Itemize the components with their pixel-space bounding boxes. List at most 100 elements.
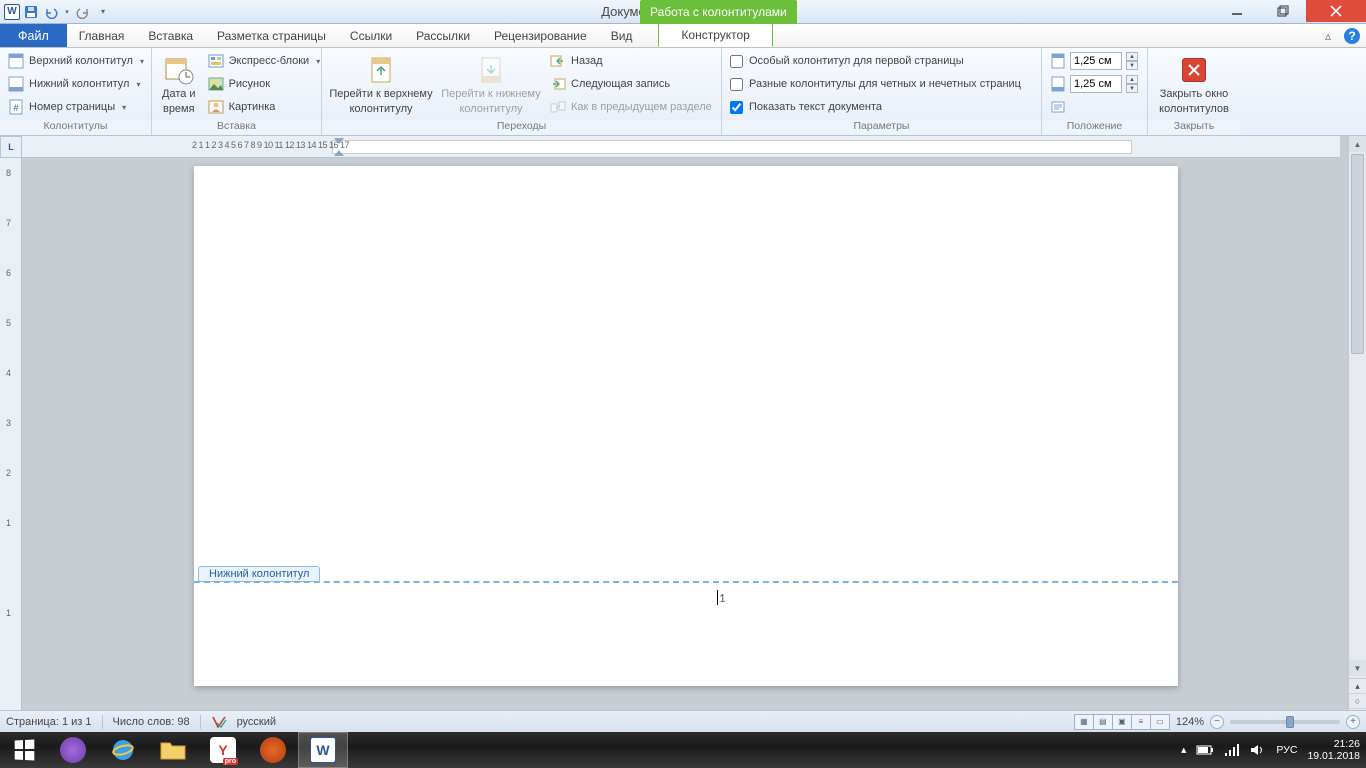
tray-network-icon[interactable]	[1224, 743, 1240, 757]
previous-section-button[interactable]: Назад	[546, 50, 716, 72]
taskbar-ie[interactable]	[98, 732, 148, 768]
header-from-top-input[interactable]	[1070, 52, 1122, 70]
tray-clock[interactable]: 21:26 19.01.2018	[1307, 738, 1360, 762]
group-label-close: Закрыть	[1148, 120, 1240, 135]
footer-from-bottom-input[interactable]	[1070, 75, 1122, 93]
undo-icon[interactable]	[42, 3, 60, 21]
print-layout-view[interactable]: ▦	[1074, 714, 1094, 730]
footer-from-bottom-spinner[interactable]: ▲▼	[1046, 73, 1142, 95]
undo-dropdown-icon[interactable]: ▾	[62, 3, 72, 21]
spin-up[interactable]: ▲	[1126, 52, 1138, 61]
date-time-icon	[163, 54, 195, 86]
redo-icon[interactable]	[74, 3, 92, 21]
taskbar-cortana[interactable]	[48, 732, 98, 768]
taskbar-wot[interactable]	[248, 732, 298, 768]
help-icon[interactable]: ?	[1344, 28, 1360, 44]
scroll-thumb[interactable]	[1351, 154, 1364, 354]
proofing-icon[interactable]	[211, 715, 227, 729]
group-insert: Дата ивремя Экспресс-блоки▾ Рисунок Карт…	[152, 48, 322, 135]
tab-home[interactable]: Главная	[67, 24, 137, 47]
next-icon	[550, 76, 566, 92]
minimize-button[interactable]	[1214, 0, 1260, 22]
different-odd-even-checkbox[interactable]: Разные колонтитулы для четных и нечетных…	[726, 73, 1025, 95]
footer-page-number[interactable]: 1	[719, 591, 725, 606]
picture-button[interactable]: Рисунок	[204, 73, 325, 95]
taskbar-word[interactable]: W	[298, 732, 348, 768]
svg-text:#: #	[13, 103, 18, 113]
taskbar-explorer[interactable]	[148, 732, 198, 768]
tab-view[interactable]: Вид	[599, 24, 645, 47]
quick-parts-button[interactable]: Экспресс-блоки▾	[204, 50, 325, 72]
link-previous-icon	[550, 99, 566, 115]
close-header-footer-button[interactable]: Закрыть окноколонтитулов	[1153, 50, 1235, 115]
save-icon[interactable]	[22, 3, 40, 21]
tray-language[interactable]: РУС	[1276, 744, 1297, 756]
restore-button[interactable]	[1260, 0, 1306, 22]
full-screen-view[interactable]: ▤	[1093, 714, 1113, 730]
zoom-slider-thumb[interactable]	[1286, 716, 1294, 728]
close-button[interactable]	[1306, 0, 1366, 22]
vertical-scrollbar[interactable]: ▲ ▼ ▴ ○ ▾	[1348, 136, 1366, 724]
tab-insert[interactable]: Вставка	[136, 24, 205, 47]
goto-header-button[interactable]: Перейти к верхнемуколонтитулу	[326, 50, 436, 115]
zoom-slider[interactable]	[1230, 720, 1340, 724]
group-close: Закрыть окноколонтитулов Закрыть	[1148, 48, 1240, 135]
browse-object-button[interactable]: ○	[1349, 694, 1366, 709]
header-from-top-spinner[interactable]: ▲▼	[1046, 50, 1142, 72]
tab-references[interactable]: Ссылки	[338, 24, 404, 47]
web-layout-view[interactable]: ▣	[1112, 714, 1132, 730]
minimize-ribbon-icon[interactable]: ▵	[1320, 28, 1336, 44]
status-language[interactable]: русский	[237, 716, 276, 728]
alignment-tab-icon	[1050, 99, 1066, 115]
vertical-ruler[interactable]: 876543211	[0, 158, 22, 724]
tab-selector[interactable]: L	[0, 136, 22, 158]
tray-chevron-icon[interactable]: ▴	[1181, 744, 1186, 756]
tray-battery-icon[interactable]	[1196, 744, 1214, 756]
clipart-button[interactable]: Картинка	[204, 96, 325, 118]
draft-view[interactable]: ▭	[1150, 714, 1170, 730]
indent-marker[interactable]	[334, 138, 344, 156]
picture-icon	[208, 76, 224, 92]
group-label-position: Положение	[1042, 120, 1147, 135]
scroll-down-arrow[interactable]: ▼	[1349, 660, 1366, 676]
group-label-header-footer: Колонтитулы	[0, 120, 151, 135]
spin-down[interactable]: ▼	[1126, 61, 1138, 70]
zoom-level[interactable]: 124%	[1176, 716, 1204, 728]
different-first-page-checkbox[interactable]: Особый колонтитул для первой страницы	[726, 50, 1025, 72]
date-time-button[interactable]: Дата ивремя	[156, 50, 202, 115]
previous-page-button[interactable]: ▴	[1349, 679, 1366, 694]
horizontal-ruler[interactable]: 2 1 1 2 3 4 5 6 7 8 9 10 11 12 13 14 15 …	[22, 136, 1340, 158]
title-bar: W ▾ ▾ Документ2 - Microsoft Word Работа …	[0, 0, 1366, 24]
zoom-out-button[interactable]: −	[1210, 715, 1224, 729]
taskbar-yandex[interactable]: Ypro	[198, 732, 248, 768]
spin-up[interactable]: ▲	[1126, 75, 1138, 84]
v-ruler-numbers: 876543211	[6, 168, 11, 618]
page-number-button[interactable]: #Номер страницы▾	[4, 96, 148, 118]
outline-view[interactable]: ≡	[1131, 714, 1151, 730]
tab-review[interactable]: Рецензирование	[482, 24, 599, 47]
footer-button[interactable]: Нижний колонтитул▾	[4, 73, 148, 95]
tray-volume-icon[interactable]	[1250, 743, 1266, 757]
zoom-in-button[interactable]: +	[1346, 715, 1360, 729]
status-page[interactable]: Страница: 1 из 1	[6, 716, 92, 728]
status-word-count[interactable]: Число слов: 98	[113, 716, 190, 728]
tab-page-layout[interactable]: Разметка страницы	[205, 24, 338, 47]
scroll-up-arrow[interactable]: ▲	[1349, 136, 1366, 152]
show-document-text-checkbox[interactable]: Показать текст документа	[726, 96, 1025, 118]
contextual-tab-group: Работа с колонтитулами	[640, 0, 797, 24]
next-section-button[interactable]: Следующая запись	[546, 73, 716, 95]
header-icon	[8, 53, 24, 69]
spin-down[interactable]: ▼	[1126, 84, 1138, 93]
file-tab[interactable]: Файл	[0, 24, 67, 47]
document-page[interactable]: Нижний колонтитул 1	[194, 166, 1178, 686]
header-button[interactable]: Верхний колонтитул▾	[4, 50, 148, 72]
start-button[interactable]	[0, 732, 48, 768]
tab-mailings[interactable]: Рассылки	[404, 24, 482, 47]
quick-parts-icon	[208, 53, 224, 69]
insert-alignment-tab-button[interactable]	[1046, 96, 1142, 118]
qat-customize-icon[interactable]: ▾	[94, 3, 112, 21]
tab-header-footer-design[interactable]: Конструктор	[658, 24, 772, 47]
previous-icon	[550, 53, 566, 69]
word-app-icon[interactable]: W	[4, 4, 20, 20]
document-area: L 2 1 1 2 3 4 5 6 7 8 9 10 11 12 13 14 1…	[0, 136, 1366, 724]
